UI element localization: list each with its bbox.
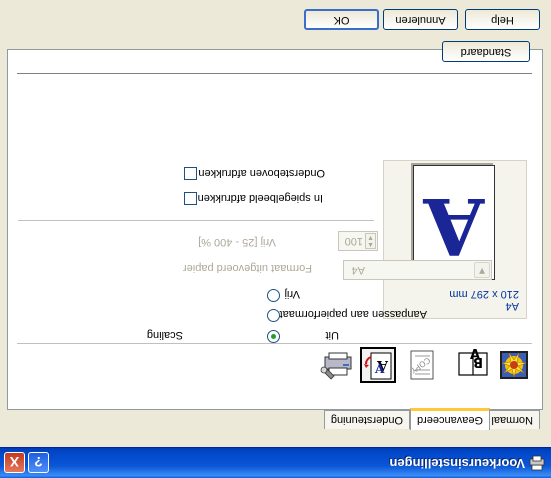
- preview-size-label: A4 210 x 297 mm: [449, 288, 519, 312]
- scaling-off-radio[interactable]: [267, 330, 280, 343]
- mirror-print-label[interactable]: In spiegelbeeld afdrukken: [198, 192, 323, 204]
- scaling-free-label[interactable]: Vrij: [285, 288, 300, 300]
- help-button[interactable]: Help: [465, 9, 540, 30]
- ok-button[interactable]: OK: [304, 9, 379, 30]
- upside-down-checkbox[interactable]: [184, 167, 197, 180]
- toolbar-watermark[interactable]: COPY: [405, 347, 441, 383]
- toolbar-print-quality[interactable]: [496, 347, 532, 383]
- preview-size-name: A4: [505, 300, 519, 312]
- svg-text:A: A: [470, 348, 480, 363]
- scaling-off-label[interactable]: Uit: [326, 329, 339, 341]
- options-separator: [18, 220, 374, 221]
- paper-format-value: A4: [351, 264, 365, 276]
- page-preview: A4 210 x 297 mm A: [383, 160, 527, 319]
- paper-format-select[interactable]: A4 ▼: [343, 260, 492, 280]
- watermark-icon: COPY: [409, 350, 434, 380]
- toolbar-separator: [17, 343, 532, 344]
- help-title-button[interactable]: ?: [28, 452, 49, 473]
- scaling-free-radio[interactable]: [267, 289, 280, 302]
- free-scale-value: 100: [344, 235, 363, 247]
- cancel-button[interactable]: Annuleren: [383, 9, 458, 30]
- toolbar-device-options[interactable]: [319, 347, 355, 383]
- page-setting-icon: A A: [364, 352, 392, 380]
- device-options-icon: [320, 352, 352, 380]
- scaling-fit-radio[interactable]: [267, 309, 280, 322]
- spin-arrows-icon[interactable]: ▲ ▼: [365, 233, 376, 249]
- tab-ondersteuning[interactable]: Ondersteuning: [323, 410, 410, 429]
- scaling-fit-label[interactable]: Aanpassen aan papierformaat: [280, 308, 427, 320]
- close-icon: X: [9, 454, 20, 470]
- window-title: Voorkeursinstellingen: [389, 456, 525, 471]
- tab-normaal[interactable]: Normaal: [484, 410, 540, 429]
- svg-text:A: A: [374, 362, 385, 376]
- free-scale-label: Vrij [25 - 400 %]: [198, 236, 276, 248]
- default-separator: [17, 73, 532, 74]
- printer-preferences-window: Voorkeursinstellingen ? X Normaal Geavan…: [0, 0, 551, 478]
- printer-icon: [529, 455, 545, 471]
- toolbar-page-setting[interactable]: A A: [360, 347, 396, 383]
- upside-down-label[interactable]: Ondersteboven afdrukken: [198, 167, 325, 179]
- help-icon: ?: [34, 454, 43, 470]
- tab-label: Ondersteuning: [330, 414, 403, 426]
- paper-format-label: Formaat uitgevoerd papier: [182, 262, 312, 274]
- duplex-booklet-icon: B A: [458, 348, 488, 376]
- title-bar[interactable]: Voorkeursinstellingen ? X: [0, 447, 551, 478]
- close-title-button[interactable]: X: [4, 452, 25, 473]
- free-scale-spinner[interactable]: 100 ▲ ▼: [338, 231, 378, 251]
- mirror-print-checkbox[interactable]: [184, 192, 197, 205]
- chevron-down-icon[interactable]: ▼: [474, 262, 490, 278]
- tab-geavanceerd[interactable]: Geavanceerd: [409, 408, 490, 430]
- print-quality-icon: [500, 351, 528, 379]
- preview-size-dims: 210 x 297 mm: [449, 288, 519, 300]
- tab-label: Geavanceerd: [416, 414, 483, 426]
- toolbar-duplex[interactable]: B A: [455, 347, 491, 383]
- scaling-label: Scaling: [146, 329, 183, 341]
- tab-label: Normaal: [491, 414, 533, 426]
- default-button[interactable]: Standaard: [442, 41, 530, 62]
